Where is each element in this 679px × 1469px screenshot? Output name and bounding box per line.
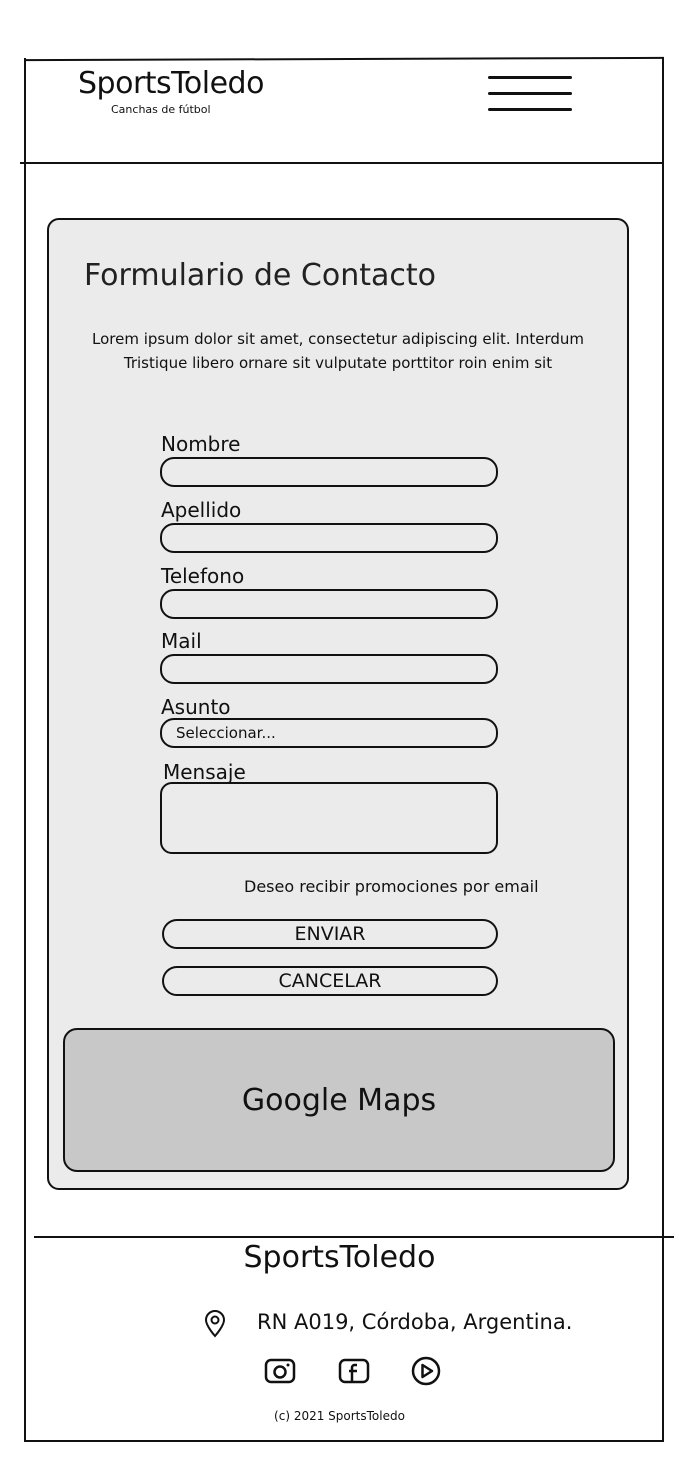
frame-right-border <box>662 58 664 1442</box>
asunto-selected-value: Seleccionar... <box>176 724 276 742</box>
apellido-label: Apellido <box>161 498 242 522</box>
hamburger-menu-icon[interactable] <box>488 74 572 114</box>
facebook-icon[interactable] <box>338 1356 370 1386</box>
menu-line-top <box>488 76 572 79</box>
youtube-icon[interactable] <box>410 1356 442 1386</box>
google-maps-placeholder[interactable]: Google Maps <box>63 1028 615 1172</box>
telefono-label: Telefono <box>161 564 245 588</box>
footer-divider <box>34 1236 674 1238</box>
frame-top-border <box>23 56 665 62</box>
location-pin-icon <box>204 1310 226 1338</box>
nombre-label: Nombre <box>161 432 241 456</box>
menu-line-middle <box>488 92 572 95</box>
submit-button[interactable]: ENVIAR <box>162 919 498 949</box>
nombre-input[interactable] <box>160 457 498 487</box>
map-label: Google Maps <box>241 1082 437 1118</box>
apellido-input[interactable] <box>160 523 498 553</box>
telefono-input[interactable] <box>160 589 498 619</box>
mensaje-label: Mensaje <box>163 760 246 784</box>
mail-label: Mail <box>161 629 202 653</box>
mail-input[interactable] <box>160 654 498 684</box>
intro-line-2: Tristique libero ornare sit vulputate po… <box>123 354 553 372</box>
form-title: Formulario de Contacto <box>84 258 436 293</box>
asunto-label: Asunto <box>161 695 231 719</box>
intro-line-1: Lorem ipsum dolor sit amet, consectetur … <box>92 330 584 348</box>
header-divider <box>20 162 662 164</box>
form-intro-text: Lorem ipsum dolor sit amet, consectetur … <box>70 327 606 375</box>
promo-email-option[interactable]: Deseo recibir promociones por email <box>244 877 539 896</box>
copyright-text: (c) 2021 SportsToledo <box>274 1409 405 1423</box>
brand-tagline: Canchas de fútbol <box>111 103 211 116</box>
footer-address: RN A019, Córdoba, Argentina. <box>257 1310 573 1334</box>
brand-logo[interactable]: SportsToledo <box>78 66 264 101</box>
cancel-button[interactable]: CANCELAR <box>162 966 498 996</box>
footer-brand: SportsToledo <box>243 1240 436 1275</box>
menu-line-bottom <box>488 108 572 111</box>
mensaje-textarea[interactable] <box>160 782 498 854</box>
asunto-select[interactable]: Seleccionar... <box>160 718 498 748</box>
frame-bottom-border <box>24 1440 664 1442</box>
instagram-icon[interactable] <box>264 1356 296 1386</box>
frame-left-border <box>24 58 26 1442</box>
